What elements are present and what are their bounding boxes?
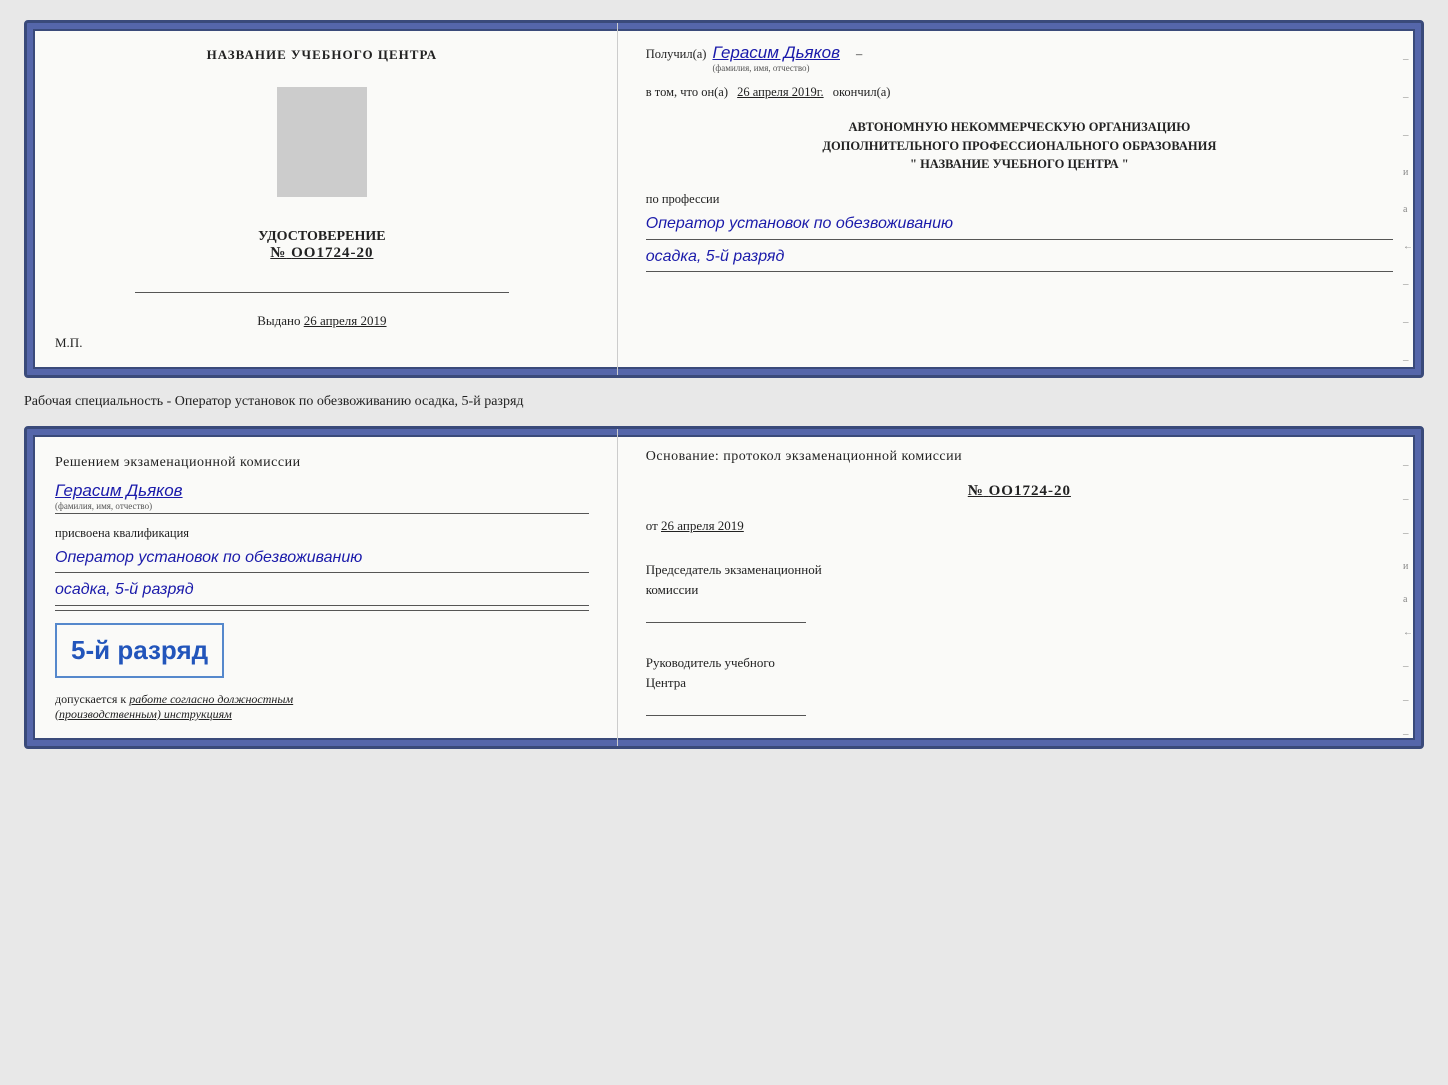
org-block: АВТОНОМНУЮ НЕКОММЕРЧЕСКУЮ ОРГАНИЗАЦИЮ ДО…: [646, 118, 1393, 174]
mp-label: М.П.: [55, 335, 82, 351]
chairman-signature-line: [646, 603, 806, 623]
document-container: НАЗВАНИЕ УЧЕБНОГО ЦЕНТРА УДОСТОВЕРЕНИЕ №…: [24, 20, 1424, 749]
date-row: от 26 апреля 2019: [646, 518, 1393, 534]
assigned-text: присвоена квалификация: [55, 526, 189, 541]
decision-text: Решением экзаменационной комиссии: [55, 453, 301, 473]
photo-placeholder: [277, 87, 367, 197]
profession-detail: осадка, 5-й разряд: [646, 244, 1393, 273]
specialty-text: Рабочая специальность - Оператор установ…: [24, 390, 1424, 414]
cert-right-panel-1: Получил(а) Герасим Дьяков (фамилия, имя,…: [618, 23, 1421, 375]
cert-label: УДОСТОВЕРЕНИЕ: [258, 229, 385, 245]
certificate-card-1: НАЗВАНИЕ УЧЕБНОГО ЦЕНТРА УДОСТОВЕРЕНИЕ №…: [24, 20, 1424, 378]
cert-left-panel-2: Решением экзаменационной комиссии Гераси…: [27, 429, 618, 746]
confirmed-row: в том, что он(а) 26 апреля 2019г. окончи…: [646, 83, 1393, 102]
recipient-row: Получил(а) Герасим Дьяков (фамилия, имя,…: [646, 43, 1393, 73]
recipient-name: Герасим Дьяков: [712, 43, 840, 63]
person-name-2: Герасим Дьяков: [55, 481, 183, 501]
cert-number: № OO1724-20: [258, 245, 385, 262]
cert-right-panel-2: Основание: протокол экзаменационной коми…: [618, 429, 1421, 746]
issued-row: Выдано 26 апреля 2019: [257, 313, 386, 329]
right-decorative-dashes: – – – и а ← – – – – –: [1403, 53, 1413, 378]
qualification-line-2: осадка, 5-й разряд: [55, 577, 589, 606]
director-signature-line: [646, 696, 806, 716]
chairman-section: Председатель экзаменационной комиссии: [646, 560, 1393, 633]
stamp-box: 5-й разряд: [55, 623, 224, 678]
admitted-row: допускается к работе согласно должностны…: [55, 692, 293, 707]
basis-label: Основание: протокол экзаменационной коми…: [646, 449, 1393, 465]
director-title: Руководитель учебного Центра: [646, 653, 1393, 692]
protocol-number: № OO1724-20: [646, 483, 1393, 500]
qualification-line-1: Оператор установок по обезвоживанию: [55, 545, 589, 574]
certificate-card-2: Решением экзаменационной комиссии Гераси…: [24, 426, 1424, 749]
profession-value: Оператор установок по обезвоживанию: [646, 211, 1393, 240]
right-decorative-dashes-2: – – – и а ← – – – – –: [1403, 459, 1413, 749]
admitted-suffix: (производственным) инструкциям: [55, 707, 232, 722]
director-section: Руководитель учебного Центра: [646, 653, 1393, 726]
chairman-title: Председатель экзаменационной комиссии: [646, 560, 1393, 599]
center-title-1: НАЗВАНИЕ УЧЕБНОГО ЦЕНТРА: [207, 47, 438, 63]
profession-block: по профессии Оператор установок по обезв…: [646, 192, 1393, 272]
stamp-rank: 5-й разряд: [71, 635, 208, 666]
cert-left-panel-1: НАЗВАНИЕ УЧЕБНОГО ЦЕНТРА УДОСТОВЕРЕНИЕ №…: [27, 23, 618, 375]
